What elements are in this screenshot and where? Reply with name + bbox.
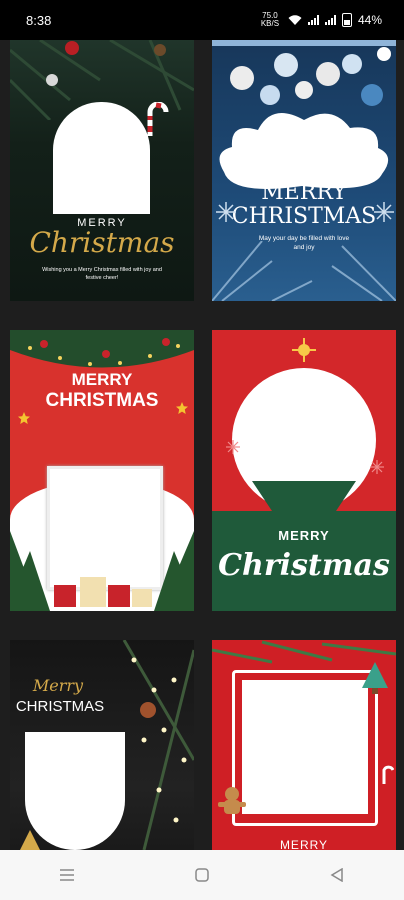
- merry-text: MERRY: [278, 528, 330, 543]
- merry-text: MERRY: [71, 370, 133, 389]
- christmas-text: CHRISTMAS: [15, 698, 105, 715]
- template-card-2[interactable]: MERRY CHRISTMAS May your day be filled w…: [212, 40, 396, 301]
- snowflake-icon: [370, 460, 384, 474]
- snowflake-icon: [226, 440, 240, 454]
- status-icons: 75.0 KB/S 44%: [258, 12, 382, 28]
- trees-gifts-decoration: [10, 531, 194, 611]
- cloud-photo-slot[interactable]: [212, 102, 396, 192]
- home-button[interactable]: [182, 855, 222, 895]
- back-triangle-icon: [330, 868, 343, 882]
- snowflake-icon: [374, 202, 394, 222]
- sun-star-icon: [292, 338, 316, 362]
- frosted-pine-decoration: [212, 241, 396, 301]
- photo-slot[interactable]: [25, 732, 125, 850]
- battery-icon: [341, 13, 352, 27]
- signal-icon: [307, 15, 319, 25]
- template-card-6[interactable]: MERRY: [212, 640, 396, 850]
- merry-text: Merry: [32, 676, 84, 695]
- candy-cane-icon: [382, 765, 394, 784]
- photo-slot[interactable]: [242, 680, 368, 814]
- template-card-5[interactable]: Merry CHRISTMAS: [10, 640, 194, 850]
- back-button[interactable]: [317, 855, 357, 895]
- star-icon: [18, 412, 30, 424]
- template-card-1[interactable]: MERRY Christmas Wishing you a Merry Chri…: [10, 40, 194, 301]
- recent-apps-button[interactable]: [47, 855, 87, 895]
- template-card-3[interactable]: MERRY CHRISTMAS: [10, 330, 194, 611]
- photo-slot[interactable]: [53, 102, 150, 214]
- template-card-4[interactable]: MERRY Christmas: [212, 330, 396, 611]
- status-time: 8:38: [26, 12, 52, 28]
- candy-cane-icon: [147, 102, 169, 136]
- merry-text: MERRY: [261, 180, 347, 205]
- snowflake-icon: [216, 202, 236, 222]
- wifi-icon: [288, 14, 302, 25]
- network-speed: 75.0 KB/S: [260, 11, 280, 28]
- wish-text: Wishing you a Merry Christmas filled wit…: [42, 267, 162, 281]
- gold-tree-icon: [20, 830, 40, 850]
- status-bar: 8:38 75.0 KB/S 44%: [0, 0, 404, 40]
- menu-icon: [60, 869, 75, 881]
- christmas-text: CHRISTMAS: [231, 204, 377, 229]
- gingerbread-icon: [218, 787, 246, 814]
- merry-text: MERRY: [279, 838, 329, 850]
- star-icon: [176, 402, 188, 414]
- battery-level: 44%: [357, 13, 382, 27]
- green-tree-shape: [212, 481, 396, 611]
- home-square-icon: [195, 868, 209, 882]
- mini-tree-icon: [362, 662, 388, 694]
- christmas-text: Christmas: [29, 226, 175, 259]
- christmas-text: Christmas: [218, 548, 390, 583]
- christmas-text: CHRISTMAS: [45, 390, 159, 411]
- template-grid: MERRY Christmas Wishing you a Merry Chri…: [0, 40, 404, 850]
- signal-icon-2: [324, 15, 336, 25]
- system-nav-bar: [0, 850, 404, 900]
